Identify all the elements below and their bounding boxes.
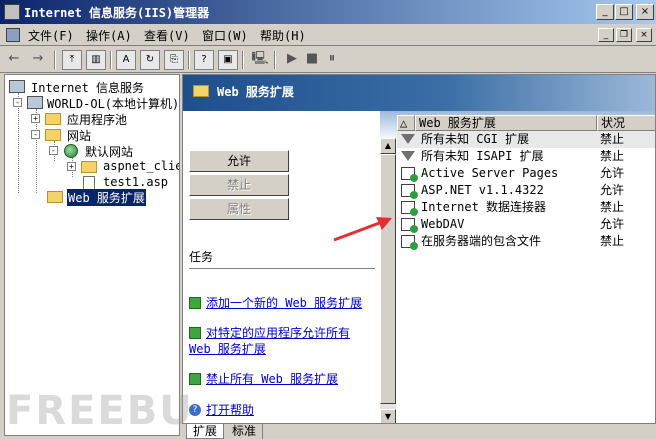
menu-action[interactable]: 操作(A) <box>86 27 132 44</box>
server-icon[interactable]: 🖳 <box>250 50 270 70</box>
details-pane: Web 服务扩展 允许 禁止 属性 任务 添加一个新的 Web 服务扩展 对特定… <box>182 74 656 424</box>
globe-icon <box>64 144 78 158</box>
mdi-restore-button[interactable]: ❐ <box>616 28 632 42</box>
maximize-button[interactable]: □ <box>615 4 633 20</box>
folder-icon <box>81 161 97 173</box>
menu-bar: 文件(F) 操作(A) 查看(V) 窗口(W) 帮助(H) <box>0 24 656 46</box>
toolbar-separator <box>188 51 190 69</box>
column-header-status[interactable]: 状况 <box>597 115 655 131</box>
iis-app-icon <box>4 4 20 20</box>
extension-icon <box>401 235 418 250</box>
watermark-logo: FREEBU <box>6 388 194 434</box>
task-arrow-icon <box>189 373 201 385</box>
list-row[interactable]: WebDAV 允许 <box>397 216 655 233</box>
console-tree-icon[interactable]: ▣ <box>218 50 238 70</box>
tab-standard[interactable]: 标准 <box>226 424 264 439</box>
tasks-divider <box>189 268 375 269</box>
sort-column-header[interactable]: △ <box>397 115 415 131</box>
task-arrow-icon <box>189 327 201 339</box>
computer-icon <box>27 96 43 109</box>
pane-title: Web 服务扩展 <box>217 85 294 99</box>
iis-icon <box>9 80 25 93</box>
export-list-icon[interactable]: ⎘ <box>164 50 184 70</box>
extension-icon <box>401 167 418 182</box>
view-tabs: 扩展 标准 <box>182 424 656 439</box>
toolbar-separator <box>110 51 112 69</box>
tasks-heading: 任务 <box>189 250 214 264</box>
toolbar-separator <box>54 51 56 69</box>
list-row[interactable]: 在服务器端的包含文件 禁止 <box>397 233 655 250</box>
refresh-icon[interactable]: ↻ <box>140 50 160 70</box>
open-help-link[interactable]: ? 打开帮助 <box>189 402 369 418</box>
collapse-icon[interactable]: - <box>31 130 40 139</box>
extension-icon <box>401 218 418 233</box>
minimize-button[interactable]: _ <box>596 4 614 20</box>
list-row[interactable]: ASP.NET v1.1.4322 允许 <box>397 182 655 199</box>
properties-icon[interactable]: A <box>116 50 136 70</box>
menu-view[interactable]: 查看(V) <box>144 27 190 44</box>
console-tree: Internet 信息服务 - WORLD-OL(本地计算机) + 应用程序池 … <box>4 74 180 436</box>
title-bar: Internet 信息服务(IIS)管理器 _ □ × <box>0 0 656 24</box>
up-level-icon[interactable]: ⤒ <box>62 50 82 70</box>
task-panel: 允许 禁止 属性 任务 添加一个新的 Web 服务扩展 对特定的应用程序允许所有… <box>183 111 380 423</box>
menu-file[interactable]: 文件(F) <box>28 27 74 44</box>
forward-arrow-icon[interactable]: → <box>28 50 48 70</box>
scroll-thumb[interactable] <box>380 154 396 404</box>
task-arrow-icon <box>189 297 201 309</box>
extension-icon <box>401 184 418 199</box>
column-header-extension[interactable]: Web 服务扩展 <box>415 115 597 131</box>
stop-icon[interactable]: ■ <box>302 50 322 70</box>
expand-icon[interactable]: + <box>31 114 40 123</box>
extensions-list: △ Web 服务扩展 状况 所有未知 CGI 扩展 禁止 所有未知 ISAPI … <box>397 115 655 423</box>
annotation-arrow-icon <box>333 217 392 242</box>
menu-help[interactable]: 帮助(H) <box>260 27 306 44</box>
toolbar: ← → ⤒ ▥ A ↻ ⎘ ? ▣ 🖳 ▶ ■ ⏸ <box>0 47 656 73</box>
list-row[interactable]: 所有未知 CGI 扩展 禁止 <box>397 131 655 148</box>
folder-icon <box>45 113 61 125</box>
allow-app-extensions-link[interactable]: 对特定的应用程序允许所有 Web 服务扩展 <box>189 325 369 357</box>
properties-button[interactable]: 属性 <box>189 198 289 220</box>
back-arrow-icon[interactable]: ← <box>4 50 24 70</box>
scroll-down-icon[interactable]: ▼ <box>380 409 396 423</box>
add-extension-link[interactable]: 添加一个新的 Web 服务扩展 <box>189 295 369 311</box>
filter-icon <box>401 134 415 144</box>
annotation-arrow-shaft <box>333 220 383 242</box>
console-system-icon[interactable] <box>6 28 20 42</box>
expand-icon[interactable]: + <box>67 162 76 171</box>
toolbar-separator <box>274 51 276 69</box>
collapse-icon[interactable]: - <box>49 146 58 155</box>
list-row[interactable]: Active Server Pages 允许 <box>397 165 655 182</box>
folder-icon <box>45 129 61 141</box>
allow-button[interactable]: 允许 <box>189 150 289 172</box>
start-icon[interactable]: ▶ <box>282 50 302 70</box>
pane-header: Web 服务扩展 <box>183 75 655 111</box>
pause-icon[interactable]: ⏸ <box>322 50 342 70</box>
folder-icon <box>193 85 209 97</box>
collapse-icon[interactable]: - <box>13 98 22 107</box>
file-icon <box>83 176 95 190</box>
mdi-close-button[interactable]: × <box>636 28 652 42</box>
filter-icon <box>401 151 415 161</box>
close-button[interactable]: × <box>636 4 654 20</box>
scroll-up-icon[interactable]: ▲ <box>380 138 396 154</box>
help-icon[interactable]: ? <box>194 50 214 70</box>
list-row[interactable]: 所有未知 ISAPI 扩展 禁止 <box>397 148 655 165</box>
prohibit-all-link[interactable]: 禁止所有 Web 服务扩展 <box>189 371 369 387</box>
menu-window[interactable]: 窗口(W) <box>202 27 248 44</box>
prohibit-button[interactable]: 禁止 <box>189 174 289 196</box>
window-title: Internet 信息服务(IIS)管理器 <box>24 6 210 20</box>
list-row[interactable]: Internet 数据连接器 禁止 <box>397 199 655 216</box>
vertical-scrollbar[interactable]: ▲ ▼ <box>380 138 396 423</box>
show-tree-icon[interactable]: ▥ <box>86 50 106 70</box>
extension-icon <box>401 201 418 216</box>
folder-icon <box>47 191 63 203</box>
toolbar-separator <box>242 51 244 69</box>
mdi-minimize-button[interactable]: _ <box>598 28 614 42</box>
